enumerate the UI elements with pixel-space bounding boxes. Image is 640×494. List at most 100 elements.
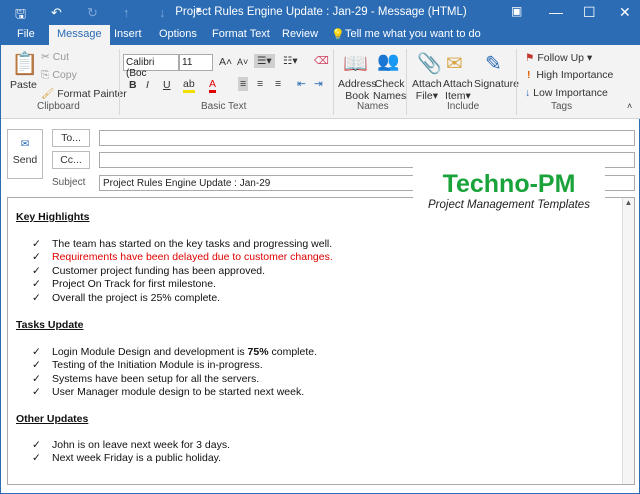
align-right-icon[interactable]: ≡ [275,78,281,90]
check-icon: ✓ [32,291,41,304]
down-arrow-icon: ↓ [525,87,531,99]
divider [119,49,120,115]
cc-field[interactable] [99,152,635,168]
grow-font-icon[interactable]: A˄ [219,56,232,68]
bullets-icon[interactable]: ☰▾ [254,54,275,68]
group-label-names: Names [357,101,389,112]
check-icon: ✓ [32,372,41,385]
send-button[interactable]: ✉ Send [7,129,43,179]
maximize-icon[interactable]: ☐ [583,4,596,21]
font-size-dropdown[interactable]: 11 [179,54,213,71]
check-icon: ✓ [32,264,41,277]
to-button[interactable]: To... [52,129,90,147]
bold-button[interactable]: B [129,79,137,91]
check-icon: ✓ [32,278,41,291]
address-book-button[interactable]: Address Book [338,78,377,102]
follow-up-button[interactable]: ⚑ Follow Up ▾ [525,52,592,64]
follow-up-label: Follow Up [537,52,585,64]
scroll-up-icon[interactable]: ▲ [623,198,634,207]
list-item: ✓ Next week Friday is a public holiday. [32,452,221,464]
copy-button[interactable]: ⎘ Copy [41,69,77,82]
check-icon: ✓ [32,251,41,264]
section-heading: Key Highlights [16,211,90,223]
decrease-indent-icon[interactable]: ⇤ [297,78,306,90]
tab-insert[interactable]: Insert [114,28,142,40]
group-label-basic-text: Basic Text [201,101,247,112]
list-item: ✓ Customer project funding has been appro… [32,265,265,277]
tab-review[interactable]: Review [282,28,318,40]
align-center-icon[interactable]: ≡ [257,78,263,90]
bold-text: 75% [247,346,269,358]
low-importance-button[interactable]: ↓ Low Importance [525,87,608,99]
cut-button[interactable]: ✂ Cut [41,51,69,63]
signature-icon[interactable]: ✎ [485,51,502,76]
high-importance-button[interactable]: ! High Importance [527,69,613,81]
item-text: Testing of the Initiation Module is in-p… [52,359,263,372]
tell-me-search[interactable]: Tell me what you want to do [345,28,481,40]
list-item: ✓ Overall the project is 25% complete. [32,292,220,304]
font-color-icon[interactable]: A [209,78,217,93]
attach-item-icon[interactable]: ✉ [446,51,463,76]
check-names-icon[interactable]: 👥 [377,51,399,72]
item-text: The team has started on the key tasks an… [52,238,333,250]
group-label-tags: Tags [551,101,573,112]
attach-item-label: Attach [443,78,473,90]
minimize-icon[interactable]: — [549,4,563,20]
check-icon: ✓ [32,452,41,465]
increase-indent-icon[interactable]: ⇥ [314,78,323,90]
paste-icon[interactable]: 📋 [11,51,38,77]
item-text: John is on leave next week for 3 days. [52,439,231,451]
logo-subtitle: Project Management Templates [428,199,590,211]
item-text: Customer project funding has been approv… [52,264,266,277]
scrollbar[interactable]: ▲ [622,198,634,484]
to-field[interactable] [99,130,635,146]
tab-format-text[interactable]: Format Text [212,28,270,40]
ribbon-display-icon[interactable]: ▣ [511,4,522,18]
list-item: ✓ Systems have been setup for all the ser… [32,373,259,385]
check-icon: ✓ [32,386,41,399]
cut-label: Cut [52,51,70,63]
font-name-dropdown[interactable]: Calibri (Boc [123,54,179,79]
list-item: ✓ John is on leave next week for 3 days. [32,439,230,451]
underline-button[interactable]: U [163,79,171,91]
align-left-icon[interactable]: ≡ [238,77,249,91]
item-text: complete. [268,346,318,358]
collapse-ribbon-icon[interactable]: ˄ [627,101,632,111]
format-painter-button[interactable]: 🖌 Format Painter [41,87,127,100]
subject-label: Subject [52,177,86,188]
numbering-icon[interactable]: ☷▾ [283,55,298,67]
group-label-clipboard: Clipboard [37,101,80,112]
paperclip-icon[interactable]: 📎 [417,51,442,76]
check-icon: ✓ [32,439,41,451]
check-icon: ✓ [32,359,41,372]
item-text: Overall the project is 25% complete. [52,291,221,304]
attach-file-button[interactable]: Attach File▾ [412,78,442,102]
group-label-include: Include [447,101,480,112]
message-body[interactable]: ▲ Key Highlights ✓ The team has started on… [7,197,635,485]
tab-file[interactable]: File [17,28,35,40]
item-text: Systems have been setup for all the serv… [52,372,260,385]
attach-item-button[interactable]: Attach Item▾ [443,78,473,102]
close-icon[interactable]: ✕ [619,4,631,21]
attach-file-label-2: File [415,90,433,102]
shrink-font-icon[interactable]: A˅ [237,57,248,67]
paste-button[interactable]: Paste [10,79,37,91]
item-text: Next week Friday is a public holiday. [52,452,222,465]
cc-button[interactable]: Cc... [52,151,90,169]
address-book-icon[interactable]: 📖 [343,51,368,76]
techno-pm-logo: Techno-PM Project Management Templates [413,167,605,213]
check-names-button[interactable]: Check Names [373,78,406,102]
flag-icon: ⚑ [525,52,535,64]
format-painter-label: Format Painter [57,88,127,100]
window-title: Project Rules Engine Update : Jan-29 - M… [175,6,467,18]
signature-button[interactable]: Signature [474,78,519,90]
exclamation-icon: ! [527,69,531,81]
italic-button[interactable]: I [146,79,149,91]
tab-message[interactable]: Message [49,25,110,45]
list-item: ✓ User Manager module design to be starte… [32,386,304,398]
list-item: ✓ The team has started on the key tasks a… [32,238,332,250]
item-text: Login Module Design and development is [52,346,248,358]
clear-formatting-icon[interactable]: ⌫ [314,55,329,67]
tab-options[interactable]: Options [159,28,197,40]
highlight-icon[interactable]: ab [183,78,195,93]
